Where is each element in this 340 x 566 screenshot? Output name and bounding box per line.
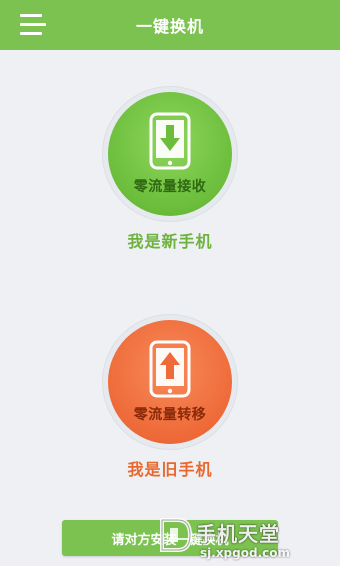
receive-label: 零流量接收: [133, 179, 207, 195]
phone-upload-icon: [149, 340, 191, 398]
transfer-label: 零流量转移: [133, 407, 207, 423]
phone-download-icon: [149, 112, 191, 170]
transfer-button[interactable]: 零流量转移: [108, 320, 232, 444]
app-header: 一键换机: [0, 0, 340, 50]
receive-button-ring: 零流量接收: [102, 86, 238, 222]
menu-button[interactable]: [20, 14, 46, 36]
new-phone-label: 我是新手机: [127, 232, 213, 251]
invite-install-button[interactable]: 请对方安装一键换机: [62, 520, 278, 556]
page-title: 一键换机: [135, 17, 204, 36]
transfer-button-ring: 零流量转移: [102, 314, 238, 450]
receive-button[interactable]: 零流量接收: [108, 92, 232, 216]
old-phone-label: 我是旧手机: [127, 460, 213, 479]
